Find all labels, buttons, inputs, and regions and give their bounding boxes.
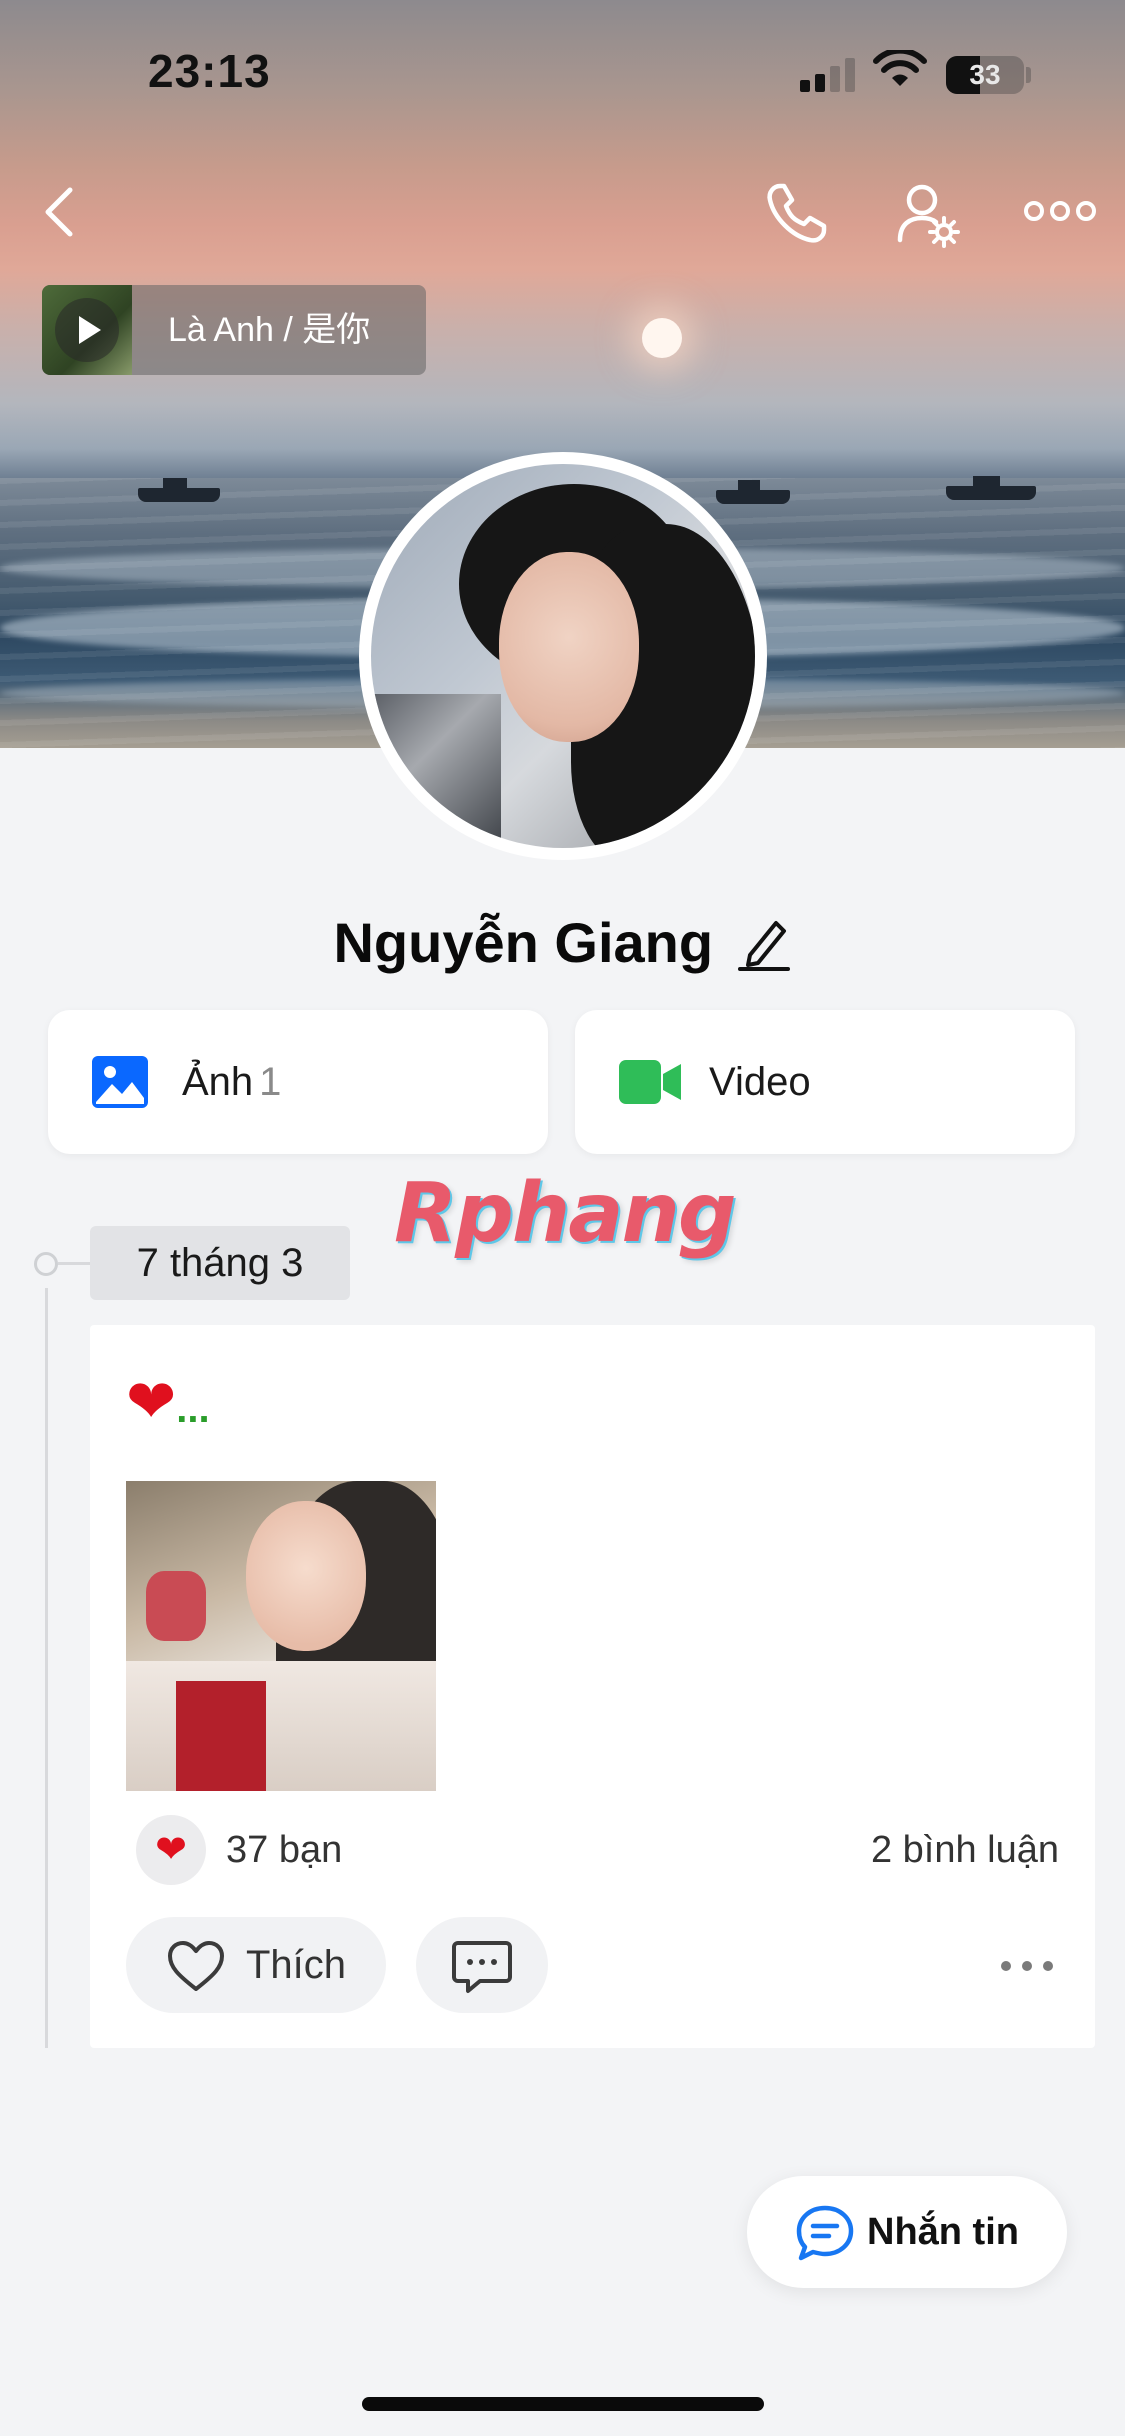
avatar[interactable] bbox=[359, 452, 767, 860]
profile-name-row: Nguyễn Giang bbox=[0, 910, 1125, 975]
home-indicator[interactable] bbox=[362, 2397, 764, 2411]
videos-tab-label: Video bbox=[709, 1060, 811, 1104]
videos-tab[interactable]: Video bbox=[575, 1010, 1075, 1154]
pencil-icon[interactable] bbox=[736, 913, 792, 973]
post-more-icon[interactable] bbox=[999, 1945, 1055, 1985]
post-text: ❤... bbox=[126, 1368, 210, 1435]
like-label: Thích bbox=[246, 1943, 347, 1987]
profile-name: Nguyễn Giang bbox=[333, 911, 714, 974]
comment-count[interactable]: 2 bình luận bbox=[871, 1815, 1059, 1885]
status-bar: 23:13 33 bbox=[0, 0, 1125, 140]
image-icon bbox=[92, 1056, 148, 1108]
photos-tab[interactable]: Ảnh 1 bbox=[48, 1010, 548, 1154]
heart-emoji: ❤ bbox=[126, 1368, 177, 1435]
wifi-icon bbox=[873, 50, 927, 86]
post-photo[interactable] bbox=[126, 1481, 436, 1791]
message-icon bbox=[796, 2205, 854, 2261]
like-button[interactable]: Thích bbox=[126, 1917, 386, 2013]
photos-tab-label: Ảnh bbox=[182, 1060, 254, 1104]
battery-indicator: 33 bbox=[946, 56, 1024, 94]
photos-count: 1 bbox=[259, 1060, 282, 1104]
phone-icon[interactable] bbox=[762, 180, 830, 248]
timeline-line bbox=[45, 1288, 48, 2048]
watermark: Rphang bbox=[394, 1166, 737, 1261]
profile-music-chip[interactable]: Là Anh / 是你 bbox=[42, 285, 426, 375]
reaction-count[interactable]: 37 bạn bbox=[226, 1815, 342, 1885]
user-gear-icon[interactable] bbox=[896, 182, 962, 248]
status-time: 23:13 bbox=[148, 45, 271, 97]
chevron-left-icon[interactable] bbox=[40, 182, 80, 242]
heart-outline-icon bbox=[168, 1941, 224, 1991]
message-button-label: Nhắn tin bbox=[867, 2211, 1019, 2253]
timeline-dot bbox=[34, 1252, 58, 1276]
play-icon bbox=[79, 316, 101, 344]
music-thumbnail bbox=[42, 285, 132, 375]
cellular-signal-icon bbox=[800, 58, 856, 92]
more-horizontal-icon[interactable] bbox=[1024, 196, 1096, 226]
reaction-heart-icon: ❤ bbox=[136, 1815, 206, 1885]
video-camera-icon bbox=[619, 1060, 681, 1104]
music-title: Là Anh / 是你 bbox=[168, 311, 371, 349]
message-button[interactable]: Nhắn tin bbox=[747, 2176, 1067, 2288]
post-card[interactable]: ❤... ❤ 37 bạn 2 bình luận Thích bbox=[90, 1325, 1095, 2048]
cover-sun bbox=[642, 318, 682, 358]
chat-bubble-icon bbox=[452, 1941, 512, 1993]
timeline-date: 7 tháng 3 bbox=[90, 1226, 350, 1300]
comment-button[interactable] bbox=[416, 1917, 548, 2013]
